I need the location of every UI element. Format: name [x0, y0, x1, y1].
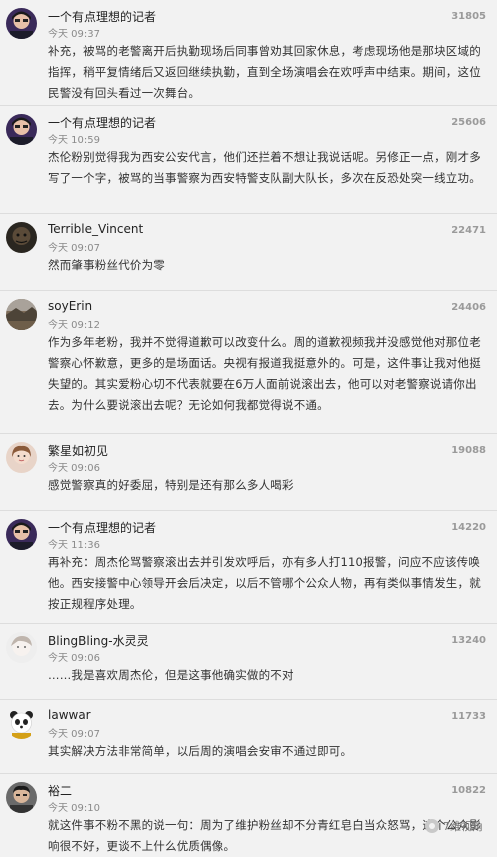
- comment-text: 感觉警察真的好委屈，特别是还有那么多人喝彩: [48, 478, 294, 492]
- comment-username[interactable]: soyErin: [48, 299, 92, 313]
- comment-item: 繁星如初见 今天 09:06 19088 感觉警察真的好委屈，特别是还有那么多人…: [0, 434, 497, 511]
- comment-username[interactable]: 一个有点理想的记者: [48, 519, 156, 536]
- comment-like-count[interactable]: 24406: [451, 302, 486, 313]
- pale-avatar[interactable]: [6, 632, 37, 663]
- watermark: 7维视角: [425, 818, 483, 834]
- comment-text: 就这件事不粉不黑的说一句：周为了维护粉丝却不分青红皂白当众怒骂，这个公众影响很不…: [48, 818, 481, 853]
- comment-text: 作为多年老粉，我并不觉得道歉可以改变什么。周的道歉视频我并没感觉他对那位老警察心…: [48, 335, 481, 412]
- comment-like-count[interactable]: 22471: [451, 225, 486, 236]
- comment-username[interactable]: Terrible_Vincent: [48, 222, 143, 236]
- comment-like-count[interactable]: 13240: [451, 635, 486, 646]
- comment-item: lawwar 今天 09:07 11733 其实解决方法非常简单，以后周的演唱会…: [0, 700, 497, 774]
- comment-username[interactable]: 繁星如初见: [48, 442, 108, 459]
- girl-avatar[interactable]: [6, 442, 37, 473]
- comment-time: 今天 09:06: [48, 463, 100, 474]
- comment-username[interactable]: 一个有点理想的记者: [48, 114, 156, 131]
- wechat-icon: [425, 819, 439, 833]
- comment-like-count[interactable]: 19088: [451, 445, 486, 456]
- journalist-avatar[interactable]: [6, 8, 37, 39]
- journalist-avatar[interactable]: [6, 519, 37, 550]
- comment-username[interactable]: BlingBling-水灵灵: [48, 632, 149, 649]
- comment-item: 裕二 今天 09:10 10822 就这件事不粉不黑的说一句：周为了维护粉丝却不…: [0, 774, 497, 854]
- comment-time: 今天 11:36: [48, 540, 100, 551]
- panda-avatar[interactable]: [6, 708, 37, 739]
- comment-item: soyErin 今天 09:12 24406 作为多年老粉，我并不觉得道歉可以改…: [0, 291, 497, 434]
- comment-like-count[interactable]: 31805: [451, 11, 486, 22]
- comment-like-count[interactable]: 10822: [451, 785, 486, 796]
- comment-time: 今天 09:12: [48, 320, 100, 331]
- comment-time: 今天 09:07: [48, 729, 100, 740]
- comment-time: 今天 09:10: [48, 803, 100, 814]
- comment-text: 补充，被骂的老警离开后执勤现场后同事曾劝其回家休息，考虑现场他是那块区域的指挥，…: [48, 44, 481, 100]
- comment-like-count[interactable]: 14220: [451, 522, 486, 533]
- comment-item: BlingBling-水灵灵 今天 09:06 13240 ……我是喜欢周杰伦，…: [0, 624, 497, 700]
- comment-username[interactable]: lawwar: [48, 708, 91, 722]
- comment-time: 今天 09:06: [48, 653, 100, 664]
- landscape-avatar[interactable]: [6, 299, 37, 330]
- comment-item: 一个有点理想的记者 今天 11:36 14220 再补充：周杰伦骂警察滚出去并引…: [0, 511, 497, 624]
- comment-text: 杰伦粉别觉得我为西安公安代言，他们还拦着不想让我说话呢。另修正一点，刚才多写了一…: [48, 150, 481, 185]
- comment-time: 今天 10:59: [48, 135, 100, 146]
- man-avatar[interactable]: [6, 782, 37, 813]
- comment-feed: 一个有点理想的记者 今天 09:37 31805 补充，被骂的老警离开后执勤现场…: [0, 0, 497, 854]
- comment-like-count[interactable]: 25606: [451, 117, 486, 128]
- comment-text: 再补充：周杰伦骂警察滚出去并引发欢呼后，亦有多人打110报警，问应不应该传唤他。…: [48, 555, 481, 611]
- comment-item: Terrible_Vincent 今天 09:07 22471 然而肇事粉丝代价…: [0, 214, 497, 291]
- comment-time: 今天 09:07: [48, 243, 100, 254]
- comment-text: 其实解决方法非常简单，以后周的演唱会安审不通过即可。: [48, 744, 353, 758]
- comment-text: ……我是喜欢周杰伦，但是这事他确实做的不对: [48, 668, 294, 682]
- comment-time: 今天 09:37: [48, 29, 100, 40]
- comment-username[interactable]: 一个有点理想的记者: [48, 8, 156, 25]
- comment-text: 然而肇事粉丝代价为零: [48, 258, 165, 272]
- dark-avatar[interactable]: [6, 222, 37, 253]
- comment-item: 一个有点理想的记者 今天 09:37 31805 补充，被骂的老警离开后执勤现场…: [0, 0, 497, 106]
- comment-username[interactable]: 裕二: [48, 782, 72, 799]
- comment-item: 一个有点理想的记者 今天 10:59 25606 杰伦粉别觉得我为西安公安代言，…: [0, 106, 497, 214]
- journalist-avatar[interactable]: [6, 114, 37, 145]
- comment-like-count[interactable]: 11733: [451, 711, 486, 722]
- watermark-text: 7维视角: [443, 820, 483, 833]
